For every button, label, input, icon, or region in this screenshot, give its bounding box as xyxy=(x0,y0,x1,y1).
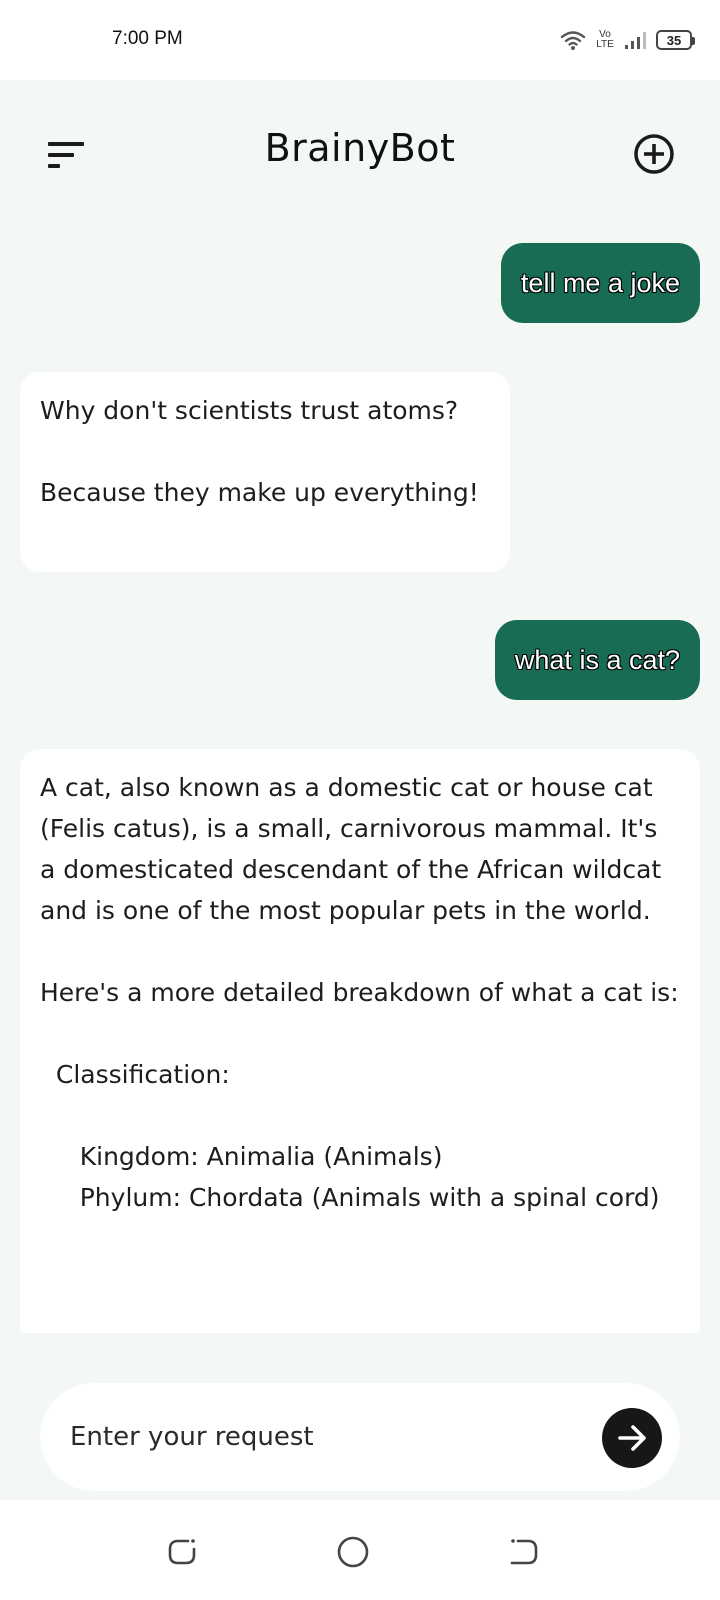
status-icons: Vo LTE 35 xyxy=(560,26,695,54)
back-icon xyxy=(510,1539,538,1565)
input-bar xyxy=(40,1383,680,1491)
home-circle-icon xyxy=(337,1536,369,1568)
send-button[interactable] xyxy=(602,1408,662,1468)
volte-indicator: Vo LTE xyxy=(596,29,614,50)
app-title: BrainyBot xyxy=(264,126,456,170)
user-message: what is a cat? xyxy=(494,620,700,700)
user-message: tell me a joke xyxy=(500,243,700,323)
bot-message: A cat, also known as a domestic cat or h… xyxy=(20,749,700,1333)
wifi-icon xyxy=(560,31,586,50)
signal-icon xyxy=(625,32,646,49)
plus-circle-icon xyxy=(634,134,674,174)
new-chat-button[interactable] xyxy=(632,132,676,176)
status-time: 7:00 PM xyxy=(112,28,183,49)
back-button[interactable] xyxy=(504,1532,544,1572)
app-screen: BrainyBot tell me a joke Why don't scien… xyxy=(0,80,720,1500)
home-button[interactable] xyxy=(333,1532,373,1572)
arrow-right-icon xyxy=(618,1425,646,1451)
status-bar: 7:00 PM Vo LTE 35 xyxy=(0,0,720,80)
recents-button[interactable] xyxy=(162,1532,202,1572)
system-nav-bar xyxy=(0,1500,720,1600)
battery-icon: 35 xyxy=(656,30,695,50)
chat-list[interactable]: tell me a joke Why don't scientists trus… xyxy=(0,230,720,1438)
recents-icon xyxy=(168,1539,196,1565)
battery-level: 35 xyxy=(666,32,682,48)
app-header: BrainyBot xyxy=(0,80,720,230)
bot-message: Why don't scientists trust atoms? Becaus… xyxy=(20,372,510,572)
request-input[interactable] xyxy=(70,1383,570,1491)
